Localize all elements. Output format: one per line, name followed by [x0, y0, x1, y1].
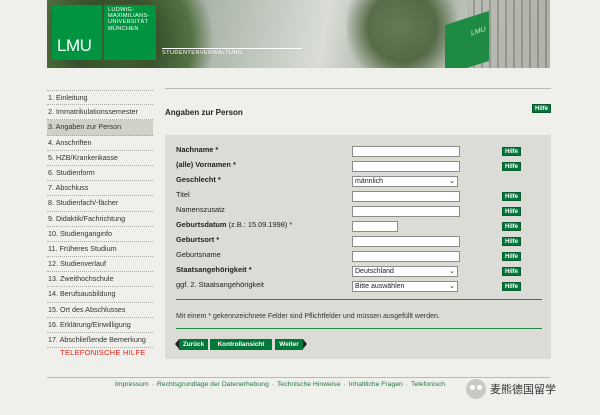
lmu-logo-text: LMU [57, 36, 92, 55]
header-tree-image-2 [347, 0, 457, 68]
footer-separator: · [405, 381, 409, 388]
help-button-geburtsname[interactable]: Hilfe [502, 252, 521, 261]
help-button-staatsangehoerigkeit[interactable]: Hilfe [502, 267, 521, 276]
vornamen-label: (alle) Vornamen * [176, 160, 236, 169]
help-button-namenszusatz[interactable]: Hilfe [502, 207, 521, 216]
help-button-geburtsdatum[interactable]: Hilfe [502, 222, 521, 231]
footer-link[interactable]: Technische Hinweise [277, 381, 340, 388]
watermark: 麦熊德国留学 [466, 378, 596, 400]
vornamen-input[interactable] [352, 161, 460, 172]
chevron-down-icon: ⌄ [449, 283, 455, 290]
footer-separator: · [271, 381, 275, 388]
telephone-help-link[interactable]: TELEFONISCHE HILFE [60, 348, 145, 357]
divider [176, 299, 542, 300]
sidebar-item[interactable]: 16. Erklärung/Einwilligung [47, 318, 153, 333]
sidebar-item[interactable]: 5. HZB/Krankenkasse [47, 151, 153, 166]
sidebar-item[interactable]: 6. Studienform [47, 166, 153, 182]
geschlecht-label: Geschlecht * [176, 175, 221, 184]
titel-label: Titel [176, 190, 190, 199]
header-banner: LMU LMU LUDWIG- MAXIMILIANS- UNIVERSITÄT… [47, 0, 550, 68]
sidebar-item[interactable]: 13. Zweithochschule [47, 272, 153, 288]
sidebar-item[interactable]: 1. Einleitung [47, 90, 153, 106]
sidebar-nav: 1. Einleitung 2. Immatrikulationssemester… [47, 90, 153, 349]
sidebar-item[interactable]: 14. Berufsausbildung [47, 287, 153, 303]
sidebar-item[interactable]: 7. Abschluss [47, 181, 153, 197]
required-fields-note: Mit einem * gekennzeichnete Felder sind … [176, 313, 440, 320]
sidebar-item[interactable]: 3. Angaben zur Person [47, 120, 153, 136]
header-caption: STUDENTENVERWALTUNG [162, 48, 302, 56]
geburtsdatum-input[interactable] [352, 221, 398, 232]
help-button-vornamen[interactable]: Hilfe [502, 162, 521, 171]
namenszusatz-input[interactable] [352, 206, 460, 217]
footer-link[interactable]: Telefonisch [411, 381, 445, 388]
geburtsort-input[interactable] [352, 236, 460, 247]
geburtsname-input[interactable] [352, 251, 460, 262]
namenszusatz-label: Namenszusatz [176, 205, 225, 214]
nachname-input[interactable] [352, 146, 460, 157]
geburtsort-label: Geburtsort * [176, 235, 220, 244]
help-button-page[interactable]: Hilfe [532, 104, 551, 113]
divider [176, 328, 542, 329]
top-divider [165, 88, 551, 89]
wechat-icon [466, 379, 486, 399]
arrow-right-icon [303, 339, 307, 349]
page-title: Angaben zur Person [165, 108, 243, 117]
sidebar-item[interactable]: 4. Anschriften [47, 136, 153, 151]
chevron-down-icon: ⌄ [449, 268, 455, 275]
footer-links: Impressum · Rechtsgrundlage der Datenerheb… [115, 381, 445, 388]
staatsangehoerigkeit2-select[interactable]: Bitte auswählen ⌄ [352, 281, 458, 292]
footer-link[interactable]: Inhaltliche Fragen [349, 381, 403, 388]
help-button-staatsangehoerigkeit2[interactable]: Hilfe [502, 282, 521, 291]
help-button-titel[interactable]: Hilfe [502, 192, 521, 201]
sidebar-item[interactable]: 2. Immatrikulationssemester [47, 105, 153, 121]
sidebar-item[interactable]: 17. Abschließende Bemerkung [47, 333, 153, 349]
staatsangehoerigkeit2-label: ggf. 2. Staatsangehörigkeit [176, 280, 264, 289]
geburtsdatum-label: Geburtsdatum (z.B.: 15.09.1998) * [176, 220, 293, 229]
staatsangehoerigkeit-label: Staatsangehörigkeit * [176, 265, 252, 274]
footer-separator: · [343, 381, 346, 388]
sidebar-item[interactable]: 8. Studienfach/-fächer [47, 196, 153, 212]
staatsangehoerigkeit-select[interactable]: Deutschland ⌄ [352, 266, 458, 277]
next-button[interactable]: Weiter [275, 339, 303, 350]
chevron-down-icon: ⌄ [449, 178, 455, 185]
university-name: LUDWIG- MAXIMILIANS- UNIVERSITÄT MÜNCHEN [108, 7, 150, 32]
help-button-geburtsort[interactable]: Hilfe [502, 237, 521, 246]
lmu-logo[interactable]: LMU [52, 5, 102, 60]
footer-separator: · [151, 381, 154, 388]
sidebar-item[interactable]: 9. Didaktik/Fachrichtung [47, 212, 153, 227]
back-button[interactable]: Zurück [179, 339, 208, 350]
help-button-nachname[interactable]: Hilfe [502, 147, 521, 156]
review-button[interactable]: Kontrollansicht [210, 339, 272, 350]
nachname-label: Nachname * [176, 145, 219, 154]
sidebar-item[interactable]: 12. Studienverlauf [47, 257, 153, 273]
sidebar-item[interactable]: 15. Ort des Abschlusses [47, 303, 153, 318]
titel-input[interactable] [352, 191, 460, 202]
geschlecht-select[interactable]: männlich ⌄ [352, 176, 458, 187]
footer-link[interactable]: Impressum [115, 381, 149, 388]
footer-link[interactable]: Rechtsgrundlage der Datenerhebung [157, 381, 269, 388]
sidebar-item[interactable]: 11. Früheres Studium [47, 242, 153, 258]
geburtsname-label: Geburtsname [176, 250, 221, 259]
sidebar-item[interactable]: 10. Studienganginfo [47, 227, 153, 242]
